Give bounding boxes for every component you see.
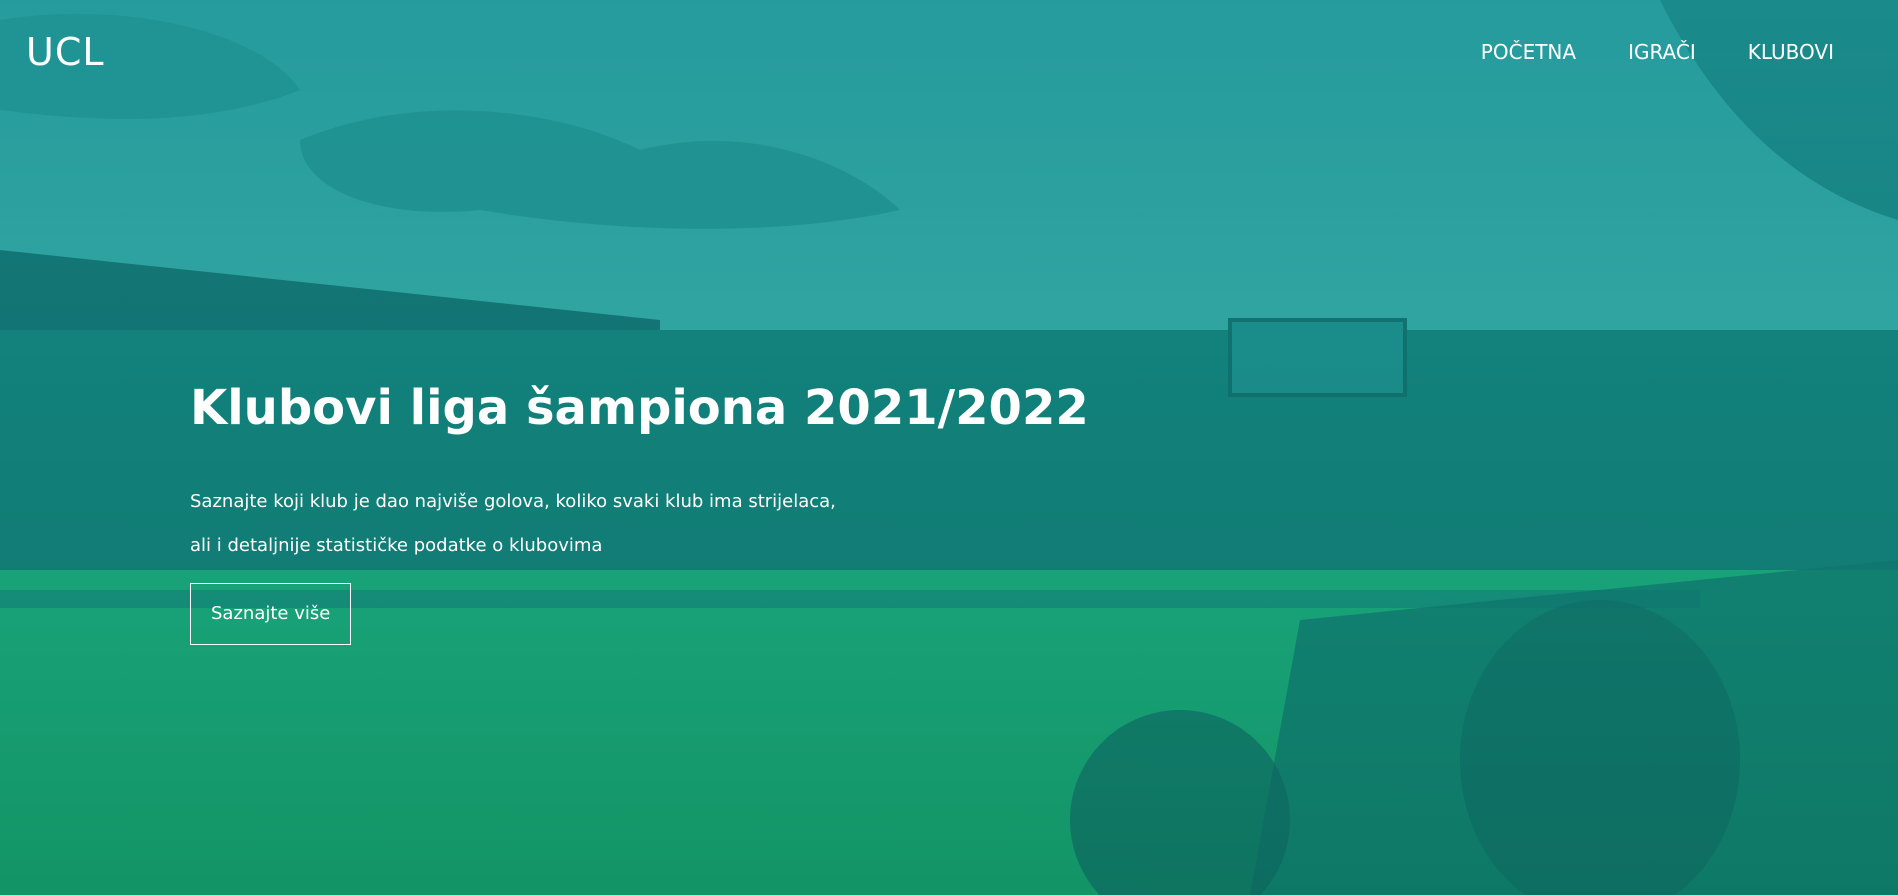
hero-title: Klubovi liga šampiona 2021/2022 (190, 380, 1089, 436)
hero-content: Klubovi liga šampiona 2021/2022 Saznajte… (190, 380, 1090, 645)
learn-more-button[interactable]: Saznajte više (190, 583, 352, 645)
nav-item-pocetna[interactable]: POČETNA (1481, 40, 1576, 64)
hero-section: UCL POČETNA IGRAČI KLUBOVI Klubovi liga … (0, 0, 1898, 895)
hero-description: Saznajte koji klub je dao najviše golova… (190, 480, 1090, 568)
nav-item-klubovi[interactable]: KLUBOVI (1748, 40, 1834, 64)
hero-description-line-2: ali i detaljnije statističke podatke o k… (190, 535, 603, 556)
nav-item-igraci[interactable]: IGRAČI (1628, 40, 1696, 64)
hero-description-line-1: Saznajte koji klub je dao najviše golova… (190, 491, 836, 512)
brand-logo[interactable]: UCL (26, 30, 105, 74)
main-navigation: POČETNA IGRAČI KLUBOVI (1481, 40, 1834, 64)
